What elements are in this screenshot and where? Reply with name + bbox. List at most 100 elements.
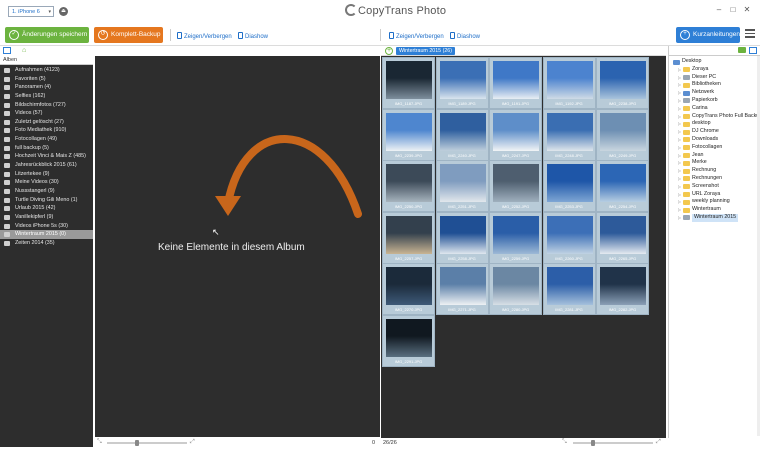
expand-icon[interactable]: ⤢ [190, 439, 195, 446]
photo-thumbnail[interactable]: IMG_2250.JPG [382, 160, 435, 212]
view-toggle-icon[interactable] [3, 47, 11, 54]
album-item[interactable]: Nussstangerl (9) [0, 187, 93, 196]
expand-arrow-icon[interactable]: ▷ [678, 152, 681, 160]
album-item[interactable]: Litzertekee (9) [0, 170, 93, 179]
photo-thumbnail[interactable]: IMG_2271.JPG [435, 263, 489, 315]
full-backup-button[interactable]: ↺ Komplett-Backup [94, 27, 163, 43]
album-item[interactable]: Hochzeit Vinci & Mais Z (485) [0, 152, 93, 161]
album-item[interactable]: Turtle Diving Gili Meno (1) [0, 196, 93, 205]
photo-thumbnail[interactable]: IMG_1192.JPG [542, 57, 596, 109]
expand-arrow-icon[interactable]: ▷ [678, 191, 681, 199]
photo-thumbnail[interactable]: IMG_2258.JPG [435, 211, 489, 264]
photo-thumbnail[interactable]: IMG_1191.JPG [489, 57, 542, 109]
photo-thumbnail[interactable]: IMG_2260.JPG [542, 211, 596, 264]
folder-tree-item[interactable]: ▷ DJ Chrome [669, 128, 760, 136]
photo-thumbnail[interactable]: IMG_2240.JPG [435, 108, 489, 161]
folder-tree-item[interactable]: ▷ Papierkorb [669, 97, 760, 105]
shrink-icon[interactable]: ⤡ [97, 439, 102, 446]
expand-arrow-icon[interactable]: ▷ [678, 214, 681, 222]
shrink-icon[interactable]: ⤡ [562, 439, 567, 446]
folder-tree-item[interactable]: ▷ Zoraya [669, 66, 760, 74]
folder-tree-item[interactable]: ▷ Wintertraum 2015 [669, 213, 760, 222]
photo-thumbnail[interactable]: IMG_2248.JPG [542, 108, 596, 161]
album-item[interactable]: Urlaub 2015 (42) [0, 204, 93, 213]
photo-thumbnail[interactable]: IMG_2257.JPG [382, 211, 435, 264]
album-item[interactable]: full backup (5) [0, 144, 93, 153]
album-tag[interactable]: Wintertraum 2015 (26) [396, 47, 455, 55]
eject-icon[interactable]: ⏏ [59, 7, 68, 16]
save-changes-button[interactable]: ✓ Änderungen speichern [5, 27, 89, 43]
slideshow-right-button[interactable]: Diashow [450, 32, 480, 40]
expand-arrow-icon[interactable]: ▷ [678, 198, 681, 206]
view-toggle-icon[interactable] [749, 47, 757, 54]
folder-tree-item[interactable]: ▷ Screenshot [669, 183, 760, 191]
expand-arrow-icon[interactable]: ▷ [678, 81, 681, 89]
album-item[interactable]: Videos (57) [0, 109, 93, 118]
photo-zoom-slider-handle[interactable] [591, 440, 595, 446]
expand-arrow-icon[interactable]: ▷ [678, 97, 681, 105]
expand-arrow-icon[interactable]: ▷ [678, 206, 681, 214]
expand-arrow-icon[interactable]: ▷ [678, 128, 681, 136]
album-item[interactable]: Wintertraum 2015 (0) [0, 230, 93, 239]
album-item[interactable]: Selfies (162) [0, 92, 93, 101]
photo-thumbnail[interactable]: IMG_2249.JPG [596, 108, 649, 161]
album-item[interactable]: Aufnahmen (4123) [0, 66, 93, 75]
tree-view-icon[interactable]: ⌂ [22, 47, 30, 54]
folder-tree-item[interactable]: ▷ Netzwerk [669, 89, 760, 97]
expand-arrow-icon[interactable]: ▷ [678, 74, 681, 82]
expand-arrow-icon[interactable]: ▷ [678, 113, 681, 121]
photo-thumbnail[interactable]: IMG_2259.JPG [489, 211, 542, 264]
album-item[interactable]: Jahresrückblick 2015 (61) [0, 161, 93, 170]
folder-tree-item[interactable]: ▷ Jean [669, 152, 760, 160]
zoom-slider[interactable] [107, 440, 187, 446]
folder-tree-item[interactable]: ▷ Rechnung [669, 167, 760, 175]
expand-arrow-icon[interactable]: ▷ [678, 120, 681, 128]
folder-tree-item[interactable]: ▷ weekly planning [669, 198, 760, 206]
photo-thumbnail[interactable]: IMG_1187.JPG [382, 57, 435, 109]
album-item[interactable]: Bildschirmfotos (727) [0, 101, 93, 110]
photo-thumbnail[interactable]: IMG_2270.JPG [382, 263, 435, 315]
photo-thumbnail[interactable]: IMG_1189.JPG [435, 57, 489, 109]
quick-guides-button[interactable]: + Kurzanleitungen [676, 27, 740, 43]
album-item[interactable]: Zeiten 2014 (35) [0, 239, 93, 248]
album-item[interactable]: Fotocollagen (49) [0, 135, 93, 144]
hamburger-menu-icon[interactable] [745, 29, 755, 39]
expand-arrow-icon[interactable]: ▷ [678, 167, 681, 175]
folder-icon[interactable] [738, 47, 746, 53]
close-icon[interactable]: ✕ [740, 5, 754, 14]
zoom-slider-handle[interactable] [135, 440, 139, 446]
slideshow-left-button[interactable]: Diashow [238, 32, 268, 40]
photo-thumbnail[interactable]: IMG_2291.JPG [382, 314, 435, 367]
folder-tree-item[interactable]: ▷ CopyTrans Photo Full Backup [669, 113, 760, 121]
folder-tree-item[interactable]: Desktop [669, 58, 760, 66]
minimize-icon[interactable]: – [712, 5, 726, 14]
folder-tree-item[interactable]: ▷ URL Zoraya [669, 191, 760, 199]
device-album-view[interactable]: ↖ Keine Elemente in diesem Album [95, 56, 380, 437]
photo-zoom-slider[interactable] [573, 440, 653, 446]
show-hide-right-button[interactable]: Zeigen/Verbergen [389, 32, 444, 40]
photo-thumbnail[interactable]: IMG_2238.JPG [596, 57, 649, 109]
photo-thumbnail[interactable]: IMG_2265.JPG [596, 211, 649, 264]
folder-tree-item[interactable]: ▷ desktop [669, 120, 760, 128]
album-item[interactable]: Foto Mediathek (910) [0, 126, 93, 135]
photo-thumbnail[interactable]: IMG_2251.JPG [435, 160, 489, 212]
album-item[interactable]: Videos iPhone 5s (30) [0, 222, 93, 231]
photo-thumbnail[interactable]: IMG_2280.JPG [489, 263, 542, 315]
folder-tree-item[interactable]: ▷ Merke [669, 159, 760, 167]
folder-tree-item[interactable]: ▷ Dieser PC [669, 74, 760, 82]
expand-arrow-icon[interactable]: ▷ [678, 144, 681, 152]
photo-thumbnail[interactable]: IMG_2282.JPG [596, 263, 649, 315]
album-item[interactable]: Favoriten (5) [0, 75, 93, 84]
photo-thumbnail[interactable]: IMG_2247.JPG [489, 108, 542, 161]
album-item[interactable]: Panoramen (4) [0, 83, 93, 92]
folder-tree-item[interactable]: ▷ Downloads [669, 136, 760, 144]
expand-arrow-icon[interactable]: ▷ [678, 183, 681, 191]
folder-tree-item[interactable]: ▷ Carina [669, 105, 760, 113]
expand-arrow-icon[interactable]: ▷ [678, 159, 681, 167]
expand-arrow-icon[interactable]: ▷ [678, 175, 681, 183]
expand-arrow-icon[interactable]: ▷ [678, 66, 681, 74]
show-hide-left-button[interactable]: Zeigen/Verbergen [177, 32, 232, 40]
folder-tree-item[interactable]: ▷ Bibliotheken [669, 81, 760, 89]
add-album-icon[interactable]: + [385, 47, 393, 55]
expand-icon[interactable]: ⤢ [656, 439, 661, 446]
